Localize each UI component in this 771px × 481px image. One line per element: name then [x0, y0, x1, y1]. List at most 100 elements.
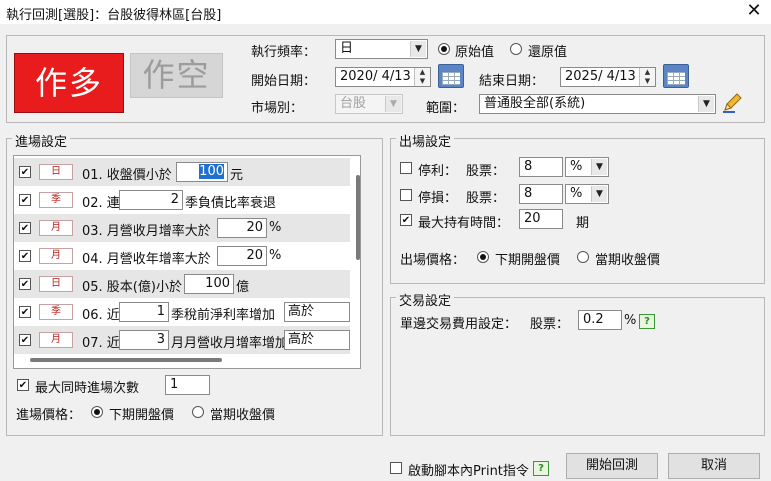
- start-date-spinner[interactable]: ▲ ▼: [414, 68, 430, 86]
- vertical-scrollbar[interactable]: [356, 175, 360, 260]
- frequency-badge: 季: [39, 304, 73, 320]
- condition-text: 07. 近: [82, 336, 120, 351]
- frequency-badge: 日: [39, 276, 73, 292]
- adjust-restored-radio[interactable]: [510, 43, 522, 55]
- fee-input[interactable]: 0.2: [578, 310, 622, 330]
- scope-label: 範圍：: [426, 101, 466, 116]
- take-profit-input[interactable]: 8: [519, 157, 563, 177]
- start-date-value: 2020/ 4/13: [340, 69, 411, 84]
- stop-loss-checkbox[interactable]: [400, 189, 412, 201]
- market-value: 台股: [340, 96, 367, 111]
- comparison-input[interactable]: 高於: [284, 330, 350, 350]
- start-date-field[interactable]: 2020/ 4/13 ▲ ▼: [335, 67, 431, 87]
- end-calendar-icon[interactable]: [663, 64, 689, 88]
- condition-text: 04. 月營收年增率大於: [82, 252, 211, 267]
- exit-next-open-radio[interactable]: [477, 251, 489, 263]
- adjust-original-label: 原始值: [455, 45, 495, 60]
- edit-pencil-icon[interactable]: [721, 92, 743, 114]
- row-checkbox[interactable]: ✔: [19, 194, 31, 206]
- condition-unit: 季稅前淨利率增加: [171, 308, 276, 323]
- condition-text: 06. 近: [82, 308, 120, 323]
- take-profit-checkbox[interactable]: [400, 162, 412, 174]
- cancel-button[interactable]: 取消: [668, 453, 760, 479]
- frequency-dropdown[interactable]: 日 ▼: [335, 39, 428, 59]
- condition-input[interactable]: 1: [119, 302, 169, 322]
- exit-settings-title: 出場設定: [396, 131, 455, 150]
- long-direction-button[interactable]: 作多: [14, 53, 124, 113]
- fee-unit: %: [624, 313, 637, 328]
- horizontal-scrollbar[interactable]: [30, 358, 222, 362]
- condition-unit: %: [269, 248, 282, 263]
- window-title: 執行回測[選股]：台股彼得林區[台股]: [6, 8, 222, 23]
- max-hold-label: 最大持有時間：: [418, 216, 510, 231]
- scope-dropdown[interactable]: 普通股全部(系統) ▼: [479, 94, 716, 114]
- comparison-input[interactable]: 高於: [284, 302, 350, 322]
- list-item[interactable]: ✔ 季 06. 近 1 季稅前淨利率增加 高於: [14, 298, 350, 326]
- condition-text: 01. 收盤價小於: [82, 168, 172, 183]
- help-icon[interactable]: ?: [639, 314, 655, 329]
- frequency-badge: 季: [39, 192, 73, 208]
- start-calendar-icon[interactable]: [438, 64, 464, 88]
- stop-loss-input[interactable]: 8: [519, 184, 563, 204]
- exit-next-open-label: 下期開盤價: [495, 253, 561, 268]
- frequency-label: 執行頻率：: [251, 45, 317, 60]
- end-date-spinner[interactable]: ▲ ▼: [639, 68, 655, 86]
- entry-conditions-list: ✔ 日 01. 收盤價小於 100 元 ✔ 季 02. 連續 2 季負債比率衰退…: [13, 155, 361, 369]
- frequency-badge: 日: [39, 164, 73, 180]
- start-date-label: 開始日期：: [251, 74, 317, 89]
- condition-input[interactable]: 20: [217, 218, 267, 238]
- print-command-checkbox[interactable]: [390, 462, 402, 474]
- end-date-field[interactable]: 2025/ 4/13 ▲ ▼: [560, 67, 656, 87]
- entry-settings-title: 進場設定: [12, 131, 71, 150]
- entry-current-close-radio[interactable]: [192, 406, 204, 418]
- condition-unit: %: [269, 220, 282, 235]
- stop-loss-unit-dropdown[interactable]: % ▼: [565, 184, 609, 204]
- chevron-down-icon: ▼: [410, 41, 426, 57]
- exit-current-close-label: 當期收盤價: [595, 253, 661, 268]
- list-item[interactable]: ✔ 季 02. 連續 2 季負債比率衰退: [14, 186, 350, 214]
- row-checkbox[interactable]: ✔: [19, 278, 31, 290]
- stop-loss-label: 停損：: [418, 191, 458, 206]
- exit-price-label: 出場價格：: [400, 253, 466, 268]
- condition-unit: 季負債比率衰退: [185, 196, 277, 211]
- frequency-badge: 月: [39, 248, 73, 264]
- market-dropdown[interactable]: 台股 ▼: [335, 94, 403, 114]
- max-hold-unit: 期: [576, 216, 590, 231]
- row-checkbox[interactable]: ✔: [19, 306, 31, 318]
- adjust-original-radio[interactable]: [438, 43, 450, 55]
- help-icon[interactable]: ?: [533, 461, 549, 476]
- close-icon[interactable]: ✕: [744, 1, 764, 21]
- condition-input[interactable]: 2: [119, 190, 183, 210]
- row-checkbox[interactable]: ✔: [19, 250, 31, 262]
- row-checkbox[interactable]: ✔: [19, 166, 31, 178]
- condition-input[interactable]: 100: [184, 274, 234, 294]
- list-item[interactable]: ✔ 月 07. 近 3 月月營收月增率增加 高於: [14, 326, 350, 354]
- condition-input[interactable]: 20: [217, 246, 267, 266]
- fee-stock-label: 股票：: [530, 317, 570, 332]
- chevron-down-icon: ▼: [591, 159, 607, 175]
- condition-input[interactable]: 100: [176, 162, 228, 182]
- condition-input[interactable]: 3: [119, 330, 169, 350]
- row-checkbox[interactable]: ✔: [19, 222, 31, 234]
- max-entries-input[interactable]: 1: [165, 375, 210, 395]
- list-item[interactable]: ✔ 日 01. 收盤價小於 100 元: [14, 158, 350, 186]
- scope-value: 普通股全部(系統): [484, 96, 586, 111]
- max-hold-input[interactable]: 20: [519, 209, 563, 229]
- list-item[interactable]: ✔ 月 03. 月營收月增率大於 20 %: [14, 214, 350, 242]
- start-backtest-button[interactable]: 開始回測: [566, 453, 658, 479]
- list-item[interactable]: ✔ 日 05. 股本(億)小於 100 億: [14, 270, 350, 298]
- list-item[interactable]: ✔ 月 04. 月營收年增率大於 20 %: [14, 242, 350, 270]
- end-date-value: 2025/ 4/13: [565, 69, 636, 84]
- condition-unit: 月月營收月增率增加: [171, 336, 289, 351]
- max-entries-checkbox[interactable]: ✔: [17, 379, 29, 391]
- entry-current-close-label: 當期收盤價: [210, 408, 276, 423]
- exit-current-close-radio[interactable]: [577, 251, 589, 263]
- row-checkbox[interactable]: ✔: [19, 334, 31, 346]
- max-hold-checkbox[interactable]: ✔: [400, 214, 412, 226]
- fee-label: 單邊交易費用設定：: [400, 317, 518, 332]
- take-profit-unit-dropdown[interactable]: % ▼: [565, 157, 609, 177]
- frequency-badge: 月: [39, 220, 73, 236]
- frequency-value: 日: [340, 41, 354, 56]
- short-direction-button[interactable]: 作空: [130, 53, 223, 98]
- entry-next-open-radio[interactable]: [91, 406, 103, 418]
